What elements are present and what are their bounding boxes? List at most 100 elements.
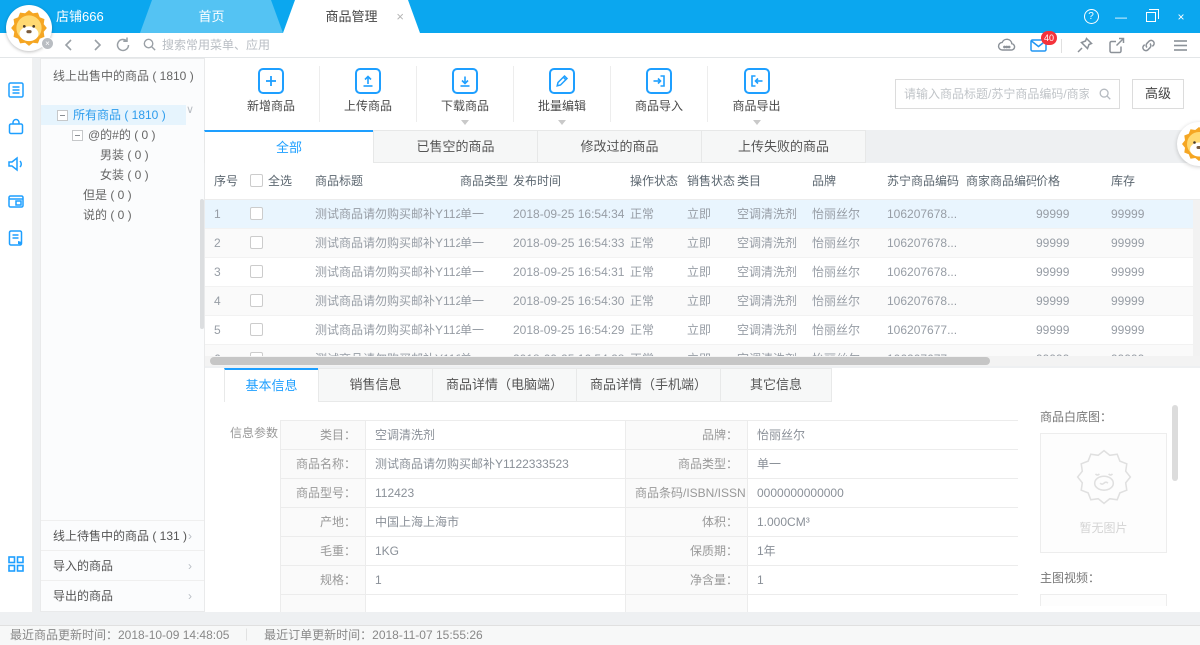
- maximize-icon: [1146, 12, 1156, 22]
- table-body: 1测试商品请勿购买邮补Y1122...单一2018-09-25 16:54:34…: [205, 200, 1200, 356]
- table-row[interactable]: 1测试商品请勿购买邮补Y1122...单一2018-09-25 16:54:34…: [205, 200, 1200, 229]
- tree-item-shuode[interactable]: 说的 ( 0 ): [41, 205, 204, 225]
- shopping-bag-icon[interactable]: [6, 117, 26, 137]
- field-label: 产地：: [281, 508, 366, 537]
- tree-scrollbar[interactable]: [200, 199, 204, 329]
- row-checkbox[interactable]: [250, 323, 263, 336]
- tab-home-label: 首页: [198, 9, 224, 24]
- close-button[interactable]: ×: [1166, 0, 1196, 33]
- main-video-placeholder: [1040, 594, 1167, 606]
- download-product-button[interactable]: 下载商品: [417, 66, 514, 122]
- imported-products-item[interactable]: 导入的商品›: [41, 550, 204, 580]
- shop-name: 店铺666: [56, 0, 104, 33]
- tree-item-category[interactable]: @的#的 ( 0 ): [41, 125, 186, 145]
- table-row[interactable]: 2测试商品请勿购买邮补Y1122...单一2018-09-25 16:54:33…: [205, 229, 1200, 258]
- tree-item-mens[interactable]: 男装 ( 0 ): [41, 145, 204, 165]
- table-row[interactable]: 4测试商品请勿购买邮补Y1122...单一2018-09-25 16:54:30…: [205, 287, 1200, 316]
- assistant-mascot-button[interactable]: [1177, 122, 1200, 166]
- tab-modified[interactable]: 修改过的商品: [537, 130, 702, 163]
- table-row[interactable]: 6测试商品请勿购买邮补Y1122...单一2018-09-25 16:54:28…: [205, 345, 1200, 356]
- product-update-time: 最近商品更新时间：2018-10-09 14:48:05: [10, 628, 229, 642]
- upload-icon: [360, 73, 376, 89]
- tab-sold-out[interactable]: 已售空的商品: [373, 130, 538, 163]
- menu-search-input[interactable]: [162, 35, 582, 55]
- table-row[interactable]: 5测试商品请勿购买邮补Y1122...单一2018-09-25 16:54:29…: [205, 316, 1200, 345]
- collapse-icon[interactable]: [72, 130, 83, 141]
- main-video-label: 主图视频：: [1040, 569, 1167, 586]
- tab-home[interactable]: 首页: [140, 0, 283, 33]
- select-all-checkbox[interactable]: [250, 174, 263, 187]
- table-vertical-scrollbar[interactable]: [1193, 200, 1200, 356]
- field-label: [281, 595, 366, 612]
- storage-box-icon[interactable]: [6, 191, 26, 211]
- product-list-icon[interactable]: [6, 80, 26, 100]
- scrollbar-thumb[interactable]: [210, 357, 990, 365]
- tree-item-danshi[interactable]: 但是 ( 0 ): [41, 185, 204, 205]
- selling-products-header[interactable]: 线上出售中的商品 ( 1810 ) ∨: [41, 59, 204, 93]
- app-window: 店铺666 首页 商品管理 × ? — × ×: [0, 0, 1200, 645]
- image-panel: 商品白底图： 暂无图片 主图视频：: [1040, 408, 1167, 606]
- import-product-button[interactable]: 商品导入: [611, 66, 708, 122]
- list-tabs: 全部 已售空的商品 修改过的商品 上传失败的商品: [205, 130, 866, 163]
- inventory-notes-icon[interactable]: [6, 228, 26, 248]
- tab-detail-mobile[interactable]: 商品详情（手机端）: [576, 368, 721, 402]
- export-product-button[interactable]: 商品导出: [708, 66, 805, 122]
- collapse-icon[interactable]: [57, 110, 68, 121]
- field-value: 空调清洗剂: [366, 421, 626, 450]
- search-icon[interactable]: [1098, 87, 1112, 101]
- upload-product-button[interactable]: 上传商品: [320, 66, 417, 122]
- table-horizontal-scrollbar[interactable]: [205, 356, 1200, 366]
- help-button[interactable]: ?: [1076, 0, 1106, 33]
- megaphone-icon[interactable]: [6, 154, 26, 174]
- dropdown-caret-icon: [753, 120, 761, 125]
- tab-detail-pc[interactable]: 商品详情（电脑端）: [432, 368, 577, 402]
- tab-close-icon[interactable]: ×: [396, 0, 404, 33]
- tab-all[interactable]: 全部: [204, 130, 374, 163]
- tree-item-womens[interactable]: 女装 ( 0 ): [41, 165, 204, 185]
- batch-edit-button[interactable]: 批量编辑: [514, 66, 611, 122]
- menu-icon[interactable]: [1171, 36, 1190, 55]
- avatar[interactable]: ×: [6, 5, 52, 51]
- dropdown-caret-icon: [558, 120, 566, 125]
- category-panel-bottom: 线上待售中的商品 ( 131 )› 导入的商品› 导出的商品›: [41, 520, 204, 611]
- tab-sales-info[interactable]: 销售信息: [318, 368, 433, 402]
- icon-divider: [1061, 39, 1062, 53]
- export-icon: [749, 73, 765, 89]
- forward-icon[interactable]: [88, 36, 106, 54]
- field-label: 类目：: [281, 421, 366, 450]
- edit-pencil-icon: [554, 73, 570, 89]
- minimize-button[interactable]: —: [1106, 0, 1136, 33]
- refresh-icon[interactable]: [114, 36, 132, 54]
- apps-grid-icon[interactable]: [6, 554, 26, 574]
- table-row[interactable]: 3测试商品请勿购买邮补Y1122...单一2018-09-25 16:54:31…: [205, 258, 1200, 287]
- tab-product-label: 商品管理: [325, 9, 377, 24]
- cloud-sync-icon[interactable]: [997, 36, 1016, 55]
- tab-upload-failed[interactable]: 上传失败的商品: [701, 130, 866, 163]
- tree-item-all-products[interactable]: 所有商品 ( 1810 ): [41, 105, 186, 125]
- link-icon[interactable]: [1139, 36, 1158, 55]
- field-value: 0000000000000: [748, 479, 1018, 508]
- row-checkbox[interactable]: [250, 265, 263, 278]
- mail-button[interactable]: 40: [1029, 36, 1048, 55]
- help-icon: ?: [1084, 9, 1099, 24]
- pin-icon[interactable]: [1075, 36, 1094, 55]
- maximize-button[interactable]: [1136, 0, 1166, 33]
- detail-scrollbar[interactable]: [1172, 405, 1178, 481]
- tab-basic-info[interactable]: 基本信息: [224, 368, 319, 402]
- back-icon[interactable]: [60, 36, 78, 54]
- row-checkbox[interactable]: [250, 294, 263, 307]
- tab-other-info[interactable]: 其它信息: [720, 368, 832, 402]
- open-external-icon[interactable]: [1107, 36, 1126, 55]
- dropdown-caret-icon: [461, 120, 469, 125]
- tab-product-management[interactable]: 商品管理 ×: [283, 0, 420, 33]
- presale-products-item[interactable]: 线上待售中的商品 ( 131 )›: [41, 520, 204, 550]
- product-search-input[interactable]: [904, 80, 1089, 108]
- category-tree: 所有商品 ( 1810 ) @的#的 ( 0 ) 男装 ( 0 ) 女装 ( 0…: [41, 93, 204, 225]
- exported-products-item[interactable]: 导出的商品›: [41, 580, 204, 610]
- row-checkbox[interactable]: [250, 236, 263, 249]
- row-checkbox[interactable]: [250, 207, 263, 220]
- advanced-search-button[interactable]: 高级: [1132, 79, 1184, 109]
- order-update-time: 最近订单更新时间：2018-11-07 15:55:26: [264, 628, 483, 642]
- add-product-button[interactable]: 新增商品: [223, 66, 320, 122]
- product-table: 序号全选商品标题商品类型发布时间操作状态销售状态类目品牌苏宁商品编码商家商品编码…: [205, 163, 1200, 366]
